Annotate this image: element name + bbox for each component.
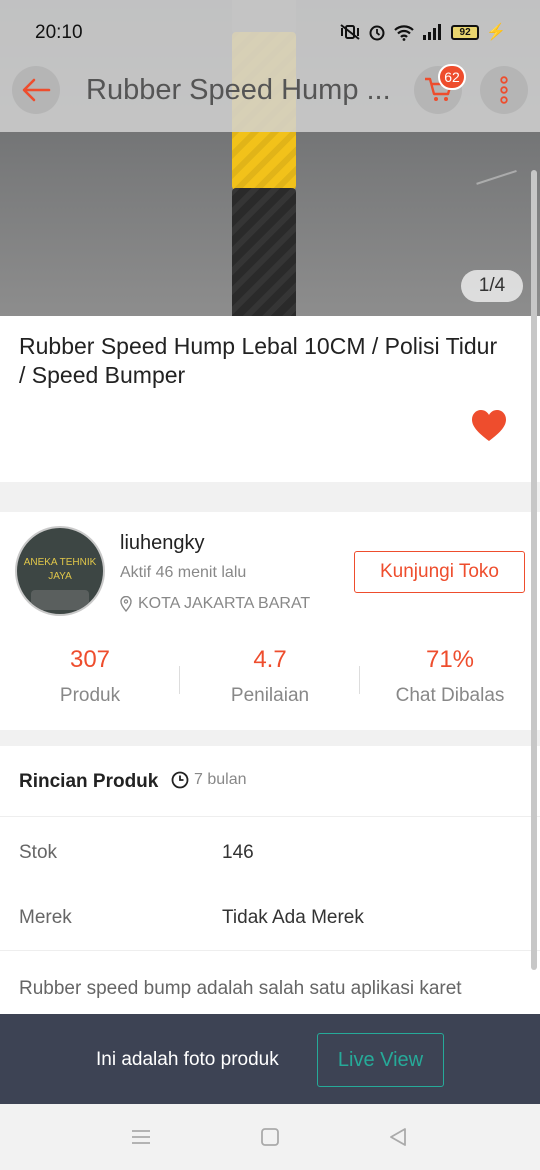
hump-black-segment — [232, 188, 296, 316]
status-icons: 92 ⚡ — [339, 20, 506, 44]
scrollbar[interactable] — [531, 170, 537, 970]
mute-vibrate-icon — [340, 24, 360, 40]
back-triangle-icon — [390, 1128, 406, 1146]
charging-icon: ⚡ — [486, 24, 506, 41]
recent-apps-button[interactable] — [124, 1120, 158, 1154]
section-divider — [0, 730, 540, 746]
stat-label: Penilaian — [230, 685, 310, 706]
stat-label: Chat Dibalas — [395, 685, 505, 706]
battery-icon: 92 — [451, 24, 480, 40]
home-button[interactable] — [253, 1120, 287, 1154]
shop-section: ANEKA TEHNIK JAYA liuhengky Aktif 46 men… — [0, 512, 540, 730]
alarm-icon — [369, 25, 385, 41]
signal-icon — [423, 24, 442, 40]
shop-avatar[interactable]: ANEKA TEHNIK JAYA — [15, 526, 105, 616]
live-view-banner: Ini adalah foto produk Live View — [0, 1014, 540, 1104]
page-title: Rubber Speed Hump ... — [86, 74, 391, 106]
section-divider — [0, 482, 540, 512]
detail-key: Stok — [19, 842, 58, 863]
back-button[interactable] — [12, 66, 60, 114]
image-counter: 1/4 — [461, 270, 523, 302]
stat-value: 71% — [425, 646, 475, 673]
divider-line — [0, 950, 540, 951]
detail-value: 146 — [222, 842, 254, 863]
product-title-section: Rubber Speed Hump Lebal 10CM / Polisi Ti… — [0, 316, 540, 482]
shop-location-text: KOTA JAKARTA BARAT — [138, 595, 311, 612]
more-options-button[interactable] — [480, 66, 528, 114]
live-view-button[interactable]: Live View — [317, 1033, 444, 1087]
shop-active-status: Aktif 46 menit lalu — [120, 564, 247, 581]
menu-icon — [132, 1130, 150, 1144]
cart-count-badge: 62 — [438, 64, 466, 90]
app-bar: Rubber Speed Hump ... 62 — [0, 56, 540, 132]
location-pin-icon — [120, 596, 132, 612]
product-title: Rubber Speed Hump Lebal 10CM / Polisi Ti… — [19, 333, 498, 388]
back-arrow-icon — [22, 78, 51, 102]
detail-value: Tidak Ada Merek — [222, 907, 364, 928]
shop-location: KOTA JAKARTA BARAT — [120, 595, 310, 613]
favorite-heart-icon[interactable] — [471, 409, 507, 443]
stat-rating[interactable]: 4.7 Penilaian — [180, 642, 360, 712]
stat-products[interactable]: 307 Produk — [0, 642, 180, 712]
home-square-icon — [261, 1128, 279, 1146]
details-time: 7 bulan — [171, 771, 247, 789]
product-description: Rubber speed bump adalah salah satu apli… — [19, 978, 462, 999]
status-time: 20:10 — [35, 22, 83, 43]
wifi-icon — [394, 25, 414, 41]
details-heading: Rincian Produk — [19, 771, 159, 792]
product-detail-screen: 1/4 20:10 92 ⚡ Rubber Speed Hump ... 62 … — [0, 0, 540, 1170]
stat-chat-response[interactable]: 71% Chat Dibalas — [360, 642, 540, 712]
shop-avatar-logo: ANEKA TEHNIK JAYA — [23, 557, 97, 582]
system-nav-bar — [0, 1104, 540, 1170]
status-bar: 20:10 92 ⚡ — [0, 0, 540, 56]
shop-avatar-dock-shape — [31, 590, 89, 610]
detail-key: Merek — [19, 907, 72, 928]
stat-value: 4.7 — [253, 646, 287, 673]
shop-name[interactable]: liuhengky — [120, 532, 205, 555]
more-vertical-icon — [500, 76, 508, 104]
details-time-text: 7 bulan — [194, 771, 247, 788]
visit-shop-button[interactable]: Kunjungi Toko — [354, 551, 525, 593]
stat-value: 307 — [69, 646, 111, 673]
divider-line — [0, 816, 540, 817]
live-view-message: Ini adalah foto produk — [96, 1049, 279, 1070]
nav-back-button[interactable] — [381, 1120, 415, 1154]
clock-icon — [171, 771, 189, 789]
detail-row-stock: Stok 146 — [0, 842, 540, 866]
detail-row-brand: Merek Tidak Ada Merek — [0, 907, 540, 931]
product-details-section: Rincian Produk 7 bulan Stok 146 Merek Ti… — [0, 746, 540, 1026]
stat-label: Produk — [59, 685, 121, 706]
shop-stats: 307 Produk 4.7 Penilaian 71% Chat Dibala… — [0, 642, 540, 712]
